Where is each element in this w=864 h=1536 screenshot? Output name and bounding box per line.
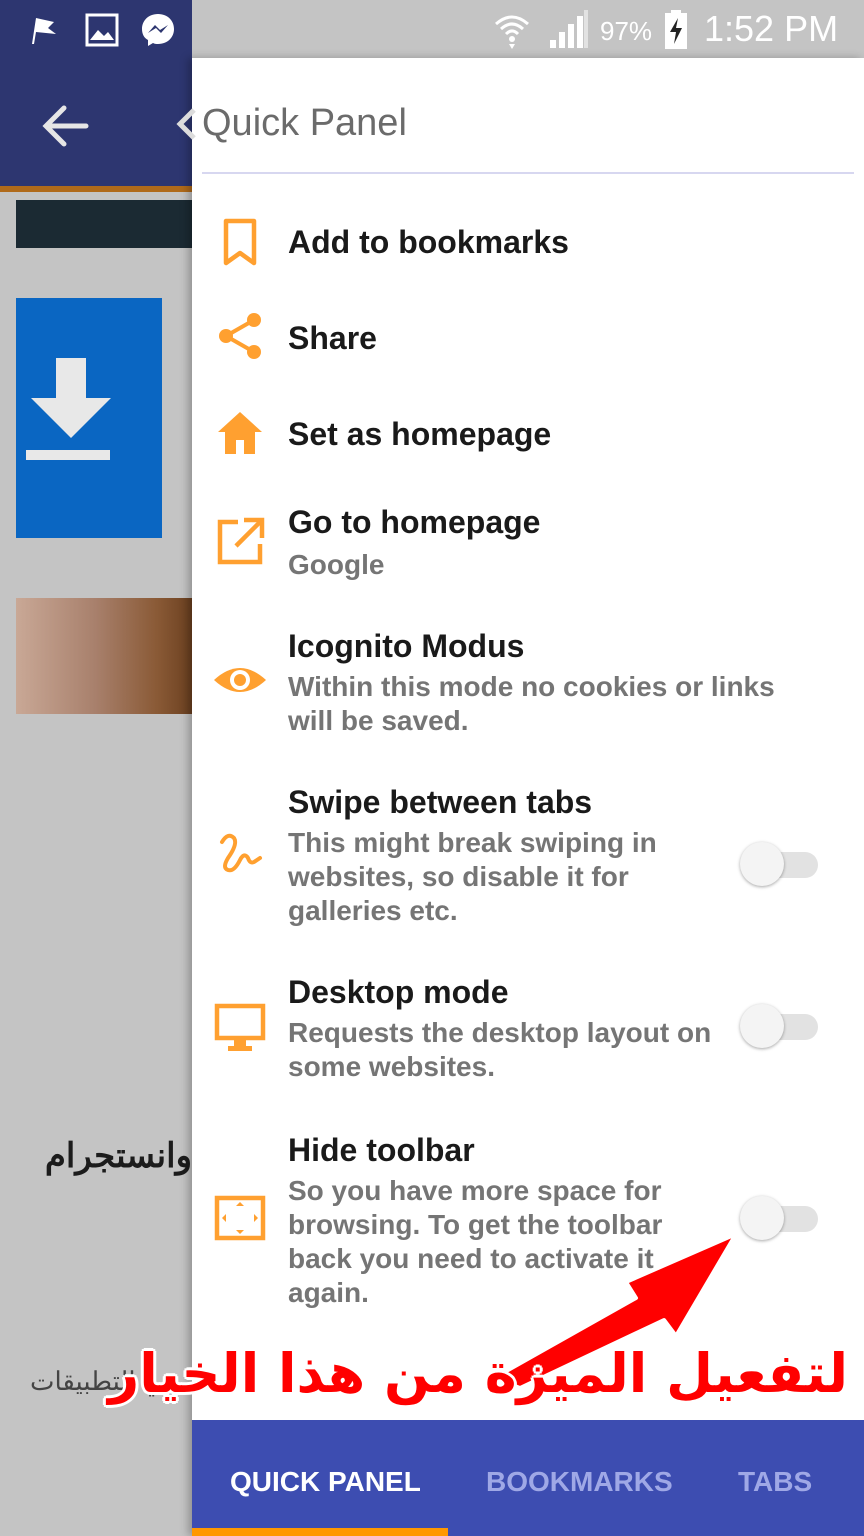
gesture-icon — [220, 833, 262, 873]
menu-item-incognito[interactable]: Icognito Modus Within this mode no cooki… — [192, 618, 864, 768]
menu-item-title: Hide toolbar — [288, 1132, 475, 1168]
toggle-thumb — [740, 1196, 784, 1240]
annotation-text: لتفعيل الميزة من هذا الخيار — [108, 1342, 848, 1405]
wifi-icon — [495, 15, 529, 49]
menu-item-desktop-mode[interactable]: Desktop mode Requests the desktop layout… — [192, 960, 864, 1120]
active-tab-indicator — [192, 1528, 448, 1536]
gallery-icon — [85, 13, 119, 47]
download-app-image[interactable] — [16, 298, 162, 538]
battery-charging-icon — [665, 10, 687, 49]
menu-item-subtitle: This might break swiping in websites, so… — [288, 827, 657, 926]
toggle-thumb — [740, 1004, 784, 1048]
menu-item-title: Desktop mode — [288, 974, 509, 1010]
background-banner — [16, 200, 192, 248]
status-bar: 97% 1:52 PM — [0, 0, 864, 58]
eye-icon — [214, 668, 266, 692]
signal-icon — [550, 10, 588, 48]
swipe-tabs-toggle[interactable] — [740, 842, 818, 886]
status-time: 1:52 PM — [704, 8, 839, 49]
menu-item-title: Icognito Modus — [288, 628, 525, 664]
menu-item-share[interactable]: Share — [192, 298, 864, 388]
chevron-left-icon[interactable] — [174, 106, 198, 142]
fullscreen-icon — [214, 1195, 266, 1241]
download-icon — [26, 358, 111, 460]
menu-item-subtitle: Google — [288, 549, 385, 580]
menu-item-add-bookmark[interactable]: Add to bookmarks — [192, 188, 864, 298]
tab-quick-panel[interactable]: QUICK PANEL — [230, 1466, 421, 1498]
menu-item-set-homepage[interactable]: Set as homepage — [192, 388, 864, 488]
desktop-mode-toggle[interactable] — [740, 1004, 818, 1048]
toolbar-progress-line — [0, 186, 192, 192]
battery-percent: 97% — [600, 16, 653, 46]
tab-bookmarks[interactable]: BOOKMARKS — [486, 1466, 673, 1498]
menu-item-subtitle: Requests the desktop layout on some webs… — [288, 1017, 712, 1082]
home-icon — [218, 412, 262, 454]
menu-item-title: Set as homepage — [288, 416, 552, 452]
hide-toolbar-toggle[interactable] — [740, 1196, 818, 1240]
background-photo — [16, 598, 192, 714]
messenger-icon — [142, 14, 174, 46]
menu-item-go-homepage[interactable]: Go to homepage Google — [192, 488, 864, 618]
bottom-tab-bar: QUICK PANEL BOOKMARKS TABS — [192, 1420, 864, 1536]
notification-flag-icon — [32, 18, 56, 44]
menu-item-title: Add to bookmarks — [288, 224, 569, 260]
menu-item-title: Go to homepage — [288, 504, 541, 540]
menu-item-swipe-tabs[interactable]: Swipe between tabs This might break swip… — [192, 770, 864, 960]
toggle-thumb — [740, 842, 784, 886]
menu-item-title: Swipe between tabs — [288, 784, 593, 820]
menu-item-title: Share — [288, 320, 377, 356]
background-heading: وانستجرام — [44, 1137, 192, 1175]
background-app: وانستجرام في التطبيقات — [0, 58, 192, 1536]
tab-tabs[interactable]: TABS — [738, 1466, 812, 1498]
panel-header: Quick Panel — [176, 58, 854, 174]
panel-title: Quick Panel — [202, 102, 407, 144]
share-icon — [219, 313, 261, 359]
background-toolbar — [0, 58, 192, 192]
monitor-icon — [214, 1003, 266, 1051]
menu-item-subtitle: Within this mode no cookies or links wil… — [288, 671, 775, 736]
open-external-icon — [217, 517, 265, 565]
bookmark-icon — [223, 218, 257, 266]
back-arrow-icon[interactable] — [42, 102, 90, 150]
